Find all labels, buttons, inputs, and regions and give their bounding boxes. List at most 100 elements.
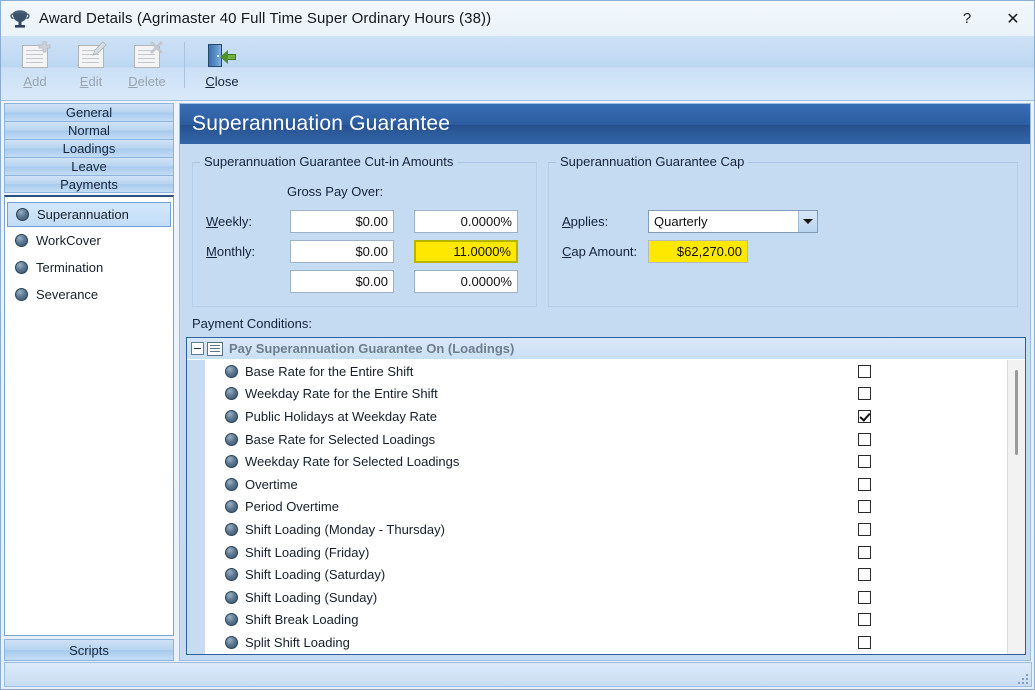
applies-value: Quarterly [654, 214, 708, 229]
door-exit-icon [206, 41, 238, 71]
bullet-sphere-icon [225, 568, 238, 582]
tree-row-checkbox[interactable] [858, 568, 871, 582]
sidebar-item-label: WorkCover [36, 233, 101, 248]
help-button[interactable]: ? [944, 1, 990, 36]
resize-grip-icon[interactable] [1014, 670, 1028, 684]
sidebar-item-termination[interactable]: Termination [5, 254, 173, 281]
award-trophy-icon [9, 8, 31, 30]
tree-scrollbar-thumb[interactable] [1015, 370, 1018, 455]
monthly-amount-field[interactable]: $0.00 [290, 240, 394, 263]
tree-row-label: Shift Break Loading [245, 612, 359, 628]
tree-row-checkbox[interactable] [858, 409, 871, 423]
applies-label: Applies: [562, 214, 609, 229]
bullet-sphere-icon [225, 432, 238, 446]
monthly-label: Monthly: [206, 244, 256, 259]
tree-row-checkbox[interactable] [858, 387, 871, 401]
tree-row-label: Shift Loading (Saturday) [245, 567, 386, 583]
cap-amount-field[interactable]: $62,270.00 [648, 240, 748, 263]
tree-row[interactable]: Shift Loading (Sunday) [205, 586, 1007, 609]
bullet-sphere-icon [225, 455, 238, 469]
tree-row-checkbox[interactable] [858, 500, 871, 514]
tree-row[interactable]: Weekday Rate for Selected Loadings [205, 450, 1007, 473]
monthly-percent-field[interactable]: 11.0000% [414, 240, 518, 263]
weekly-label: Weekly: [206, 214, 253, 229]
sidebar-tab-general[interactable]: General [4, 103, 174, 121]
weekly-amount-field[interactable]: $0.00 [290, 210, 394, 233]
group-frame [548, 162, 1018, 307]
close-button[interactable]: Close [194, 36, 250, 98]
third-percent-field[interactable]: 0.0000% [414, 270, 518, 293]
sidebar-tab-payments[interactable]: Payments [4, 175, 174, 193]
edit-button[interactable]: Edit [63, 36, 119, 98]
document-add-icon [19, 41, 51, 71]
chevron-down-icon[interactable] [798, 211, 817, 232]
guarantee-cap-legend: Superannuation Guarantee Cap [556, 154, 749, 169]
third-amount-field[interactable]: $0.00 [290, 270, 394, 293]
applies-dropdown[interactable]: Quarterly [648, 210, 818, 233]
weekly-percent-field[interactable]: 0.0000% [414, 210, 518, 233]
payment-conditions-label: Payment Conditions: [192, 316, 312, 331]
scripts-button[interactable]: Scripts [4, 639, 174, 661]
tree-row[interactable]: Weekday Rate for the Entire Shift [205, 383, 1007, 406]
sidebar-item-label: Severance [36, 287, 99, 302]
tree-row-checkbox[interactable] [858, 522, 871, 536]
tree-row-label: Public Holidays at Weekday Rate [245, 408, 437, 424]
tree-row[interactable]: Split Shift Loading [205, 631, 1007, 654]
tree-row[interactable]: Public Holidays at Weekday Rate [205, 405, 1007, 428]
tree-row-checkbox[interactable] [858, 545, 871, 559]
sidebar-item-severance[interactable]: Severance [5, 281, 173, 308]
main-panel: Superannuation Guarantee Superannuation … [179, 103, 1031, 661]
add-button[interactable]: Add [7, 36, 63, 98]
bullet-sphere-icon [225, 545, 238, 559]
tree-row-checkbox[interactable] [858, 364, 871, 378]
tree-row-label: Weekday Rate for Selected Loadings [245, 454, 460, 470]
bullet-sphere-icon [225, 522, 238, 536]
collapse-expander-icon[interactable] [191, 342, 204, 355]
tree-row-label: Base Rate for Selected Loadings [245, 431, 436, 447]
window-title: Award Details (Agrimaster 40 Full Time S… [39, 10, 492, 27]
bullet-sphere-icon [225, 477, 238, 491]
add-button-label: Add [23, 74, 47, 89]
tree-row-label: Base Rate for the Entire Shift [245, 363, 414, 379]
page-title: Superannuation Guarantee [180, 104, 1030, 144]
cap-amount-label: Cap Amount: [562, 244, 638, 259]
sidebar-item-workcover[interactable]: WorkCover [5, 227, 173, 254]
sidebar-item-superannuation[interactable]: Superannuation [7, 202, 171, 227]
tree-row[interactable]: Overtime [205, 473, 1007, 496]
tree-row-checkbox[interactable] [858, 432, 871, 446]
document-delete-icon [131, 41, 163, 71]
tree-row-checkbox[interactable] [858, 590, 871, 604]
tree-row[interactable]: Base Rate for Selected Loadings [205, 428, 1007, 451]
tree-row-checkbox[interactable] [858, 477, 871, 491]
sidebar: General Normal Loadings Leave Payments S… [4, 103, 174, 661]
tree-group-header[interactable]: Pay Superannuation Guarantee On (Loading… [187, 338, 1025, 360]
tree-row[interactable]: Period Overtime [205, 496, 1007, 519]
tree-row-checkbox[interactable] [858, 613, 871, 627]
bullet-sphere-icon [15, 288, 28, 301]
sidebar-tab-loadings[interactable]: Loadings [4, 139, 174, 157]
bullet-sphere-icon [225, 635, 238, 649]
tree-row[interactable]: Shift Loading (Saturday) [205, 563, 1007, 586]
toolbar-separator [184, 42, 185, 88]
tree-scrollbar[interactable] [1007, 360, 1025, 654]
sidebar-item-list: Superannuation WorkCover Termination Sev… [4, 195, 174, 636]
sidebar-item-label: Termination [36, 260, 104, 275]
tree-row[interactable]: Shift Loading (Monday - Thursday) [205, 518, 1007, 541]
sidebar-tab-leave[interactable]: Leave [4, 157, 174, 175]
payment-conditions-tree: Pay Superannuation Guarantee On (Loading… [186, 337, 1026, 655]
toolbar: Add Edit Delete Close [1, 36, 1034, 101]
tree-row[interactable]: Shift Break Loading [205, 609, 1007, 632]
close-window-button[interactable]: ✕ [990, 1, 1034, 36]
guarantee-cap-group: Superannuation Guarantee Cap Applies: Qu… [548, 154, 1018, 307]
tree-row[interactable]: Shift Loading (Friday) [205, 541, 1007, 564]
tree-row[interactable]: Base Rate for the Entire Shift [205, 360, 1007, 383]
delete-button[interactable]: Delete [119, 36, 175, 98]
tree-row-checkbox[interactable] [858, 635, 871, 649]
tree-row-checkbox[interactable] [858, 455, 871, 469]
award-details-window: Award Details (Agrimaster 40 Full Time S… [0, 0, 1035, 690]
bullet-sphere-icon [15, 234, 28, 247]
bullet-sphere-icon [16, 208, 29, 221]
close-button-label: Close [205, 74, 239, 89]
sidebar-tab-normal[interactable]: Normal [4, 121, 174, 139]
cutin-amounts-group: Superannuation Guarantee Cut-in Amounts … [192, 154, 537, 307]
